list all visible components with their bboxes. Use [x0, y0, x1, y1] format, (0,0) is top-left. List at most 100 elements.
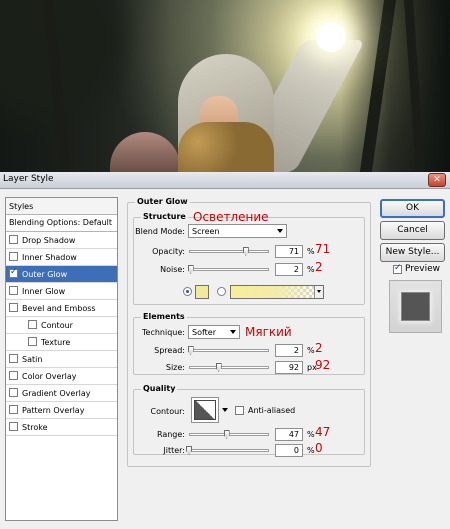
opacity-unit: %	[307, 247, 315, 256]
style-checkbox[interactable]	[9, 405, 18, 414]
size-track	[189, 366, 269, 369]
style-checkbox[interactable]	[9, 267, 18, 278]
chevron-down-icon	[230, 330, 236, 334]
annotation-blend: Осветление	[193, 210, 269, 224]
spread-slider[interactable]	[187, 346, 269, 355]
ok-button[interactable]: OK	[380, 199, 445, 218]
hair	[178, 122, 274, 172]
style-item-label: Stroke	[22, 423, 48, 432]
style-checkbox[interactable]	[28, 320, 37, 329]
structure-title: Structure	[141, 212, 188, 221]
style-item-label: Outer Glow	[22, 270, 68, 279]
size-slider[interactable]	[189, 363, 269, 372]
spread-label: Spread:	[154, 346, 185, 355]
style-item-inner-glow[interactable]: Inner Glow	[6, 283, 117, 300]
annotation-size: 92	[315, 358, 331, 372]
style-item-color-overlay[interactable]: Color Overlay	[6, 368, 117, 385]
style-item-contour[interactable]: Contour	[6, 317, 117, 334]
spread-thumb[interactable]	[187, 346, 194, 355]
style-item-label: Color Overlay	[22, 372, 77, 381]
jitter-track	[189, 449, 269, 452]
style-item-inner-shadow[interactable]: Inner Shadow	[6, 249, 117, 266]
annotation-technique: Мягкий	[245, 325, 292, 339]
style-item-bevel-and-emboss[interactable]: Bevel and Emboss	[6, 300, 117, 317]
style-checkbox[interactable]	[9, 286, 18, 295]
noise-thumb[interactable]	[187, 265, 194, 274]
color-radio[interactable]	[183, 287, 192, 296]
style-checkbox[interactable]	[9, 422, 18, 431]
opacity-slider[interactable]	[189, 247, 269, 256]
contour-curve-icon	[194, 400, 216, 420]
chevron-down-icon	[277, 229, 283, 233]
layer-style-dialog: Styles Blending Options: Default Drop Sh…	[0, 189, 450, 529]
anti-aliased-checkbox[interactable]	[235, 406, 244, 415]
annotation-opacity: 71	[315, 242, 331, 256]
annotation-noise: 2	[315, 260, 323, 274]
size-thumb[interactable]	[215, 363, 222, 372]
noise-slider[interactable]	[187, 265, 269, 274]
style-item-label: Drop Shadow	[22, 236, 76, 245]
style-item-stroke[interactable]: Stroke	[6, 419, 117, 436]
noise-input[interactable]: 2	[275, 263, 303, 276]
jitter-unit: %	[307, 446, 315, 455]
annotation-spread: 2	[315, 341, 323, 355]
styles-header[interactable]: Styles	[6, 198, 117, 215]
annotation-jitter: 0	[315, 441, 323, 455]
forest-right	[340, 0, 450, 172]
style-item-label: Inner Shadow	[22, 253, 77, 262]
opacity-thumb[interactable]	[242, 247, 249, 256]
blend-mode-select[interactable]: Screen	[188, 224, 287, 238]
opacity-input[interactable]: 71	[275, 245, 303, 258]
style-checkbox[interactable]	[9, 252, 18, 261]
range-input[interactable]: 47	[275, 428, 303, 441]
technique-value: Softer	[192, 328, 216, 337]
preview-thumbnail	[401, 292, 430, 321]
opacity-label: Opacity:	[152, 247, 185, 256]
gradient-radio[interactable]	[217, 287, 226, 296]
size-input[interactable]: 92	[275, 361, 303, 374]
technique-select[interactable]: Softer	[188, 325, 240, 339]
outer-glow-panel: Outer Glow Structure Blend Mode: Screen …	[127, 197, 371, 521]
style-item-texture[interactable]: Texture	[6, 334, 117, 351]
spread-input[interactable]: 2	[275, 344, 303, 357]
style-checkbox[interactable]	[9, 235, 18, 244]
style-item-pattern-overlay[interactable]: Pattern Overlay	[6, 402, 117, 419]
style-checkbox[interactable]	[9, 371, 18, 380]
style-checkbox[interactable]	[9, 354, 18, 363]
jitter-slider[interactable]	[186, 446, 269, 455]
style-checkbox[interactable]	[9, 303, 18, 312]
preview-checkbox[interactable]	[393, 263, 402, 274]
title-bar: Layer Style ✕	[0, 172, 450, 189]
opacity-track	[189, 250, 269, 253]
quality-title: Quality	[141, 384, 178, 393]
cancel-button[interactable]: Cancel	[380, 221, 445, 240]
jitter-input[interactable]: 0	[275, 444, 303, 457]
style-item-satin[interactable]: Satin	[6, 351, 117, 368]
close-button[interactable]: ✕	[428, 173, 446, 187]
chevron-down-icon[interactable]	[314, 286, 323, 298]
style-item-drop-shadow[interactable]: Drop Shadow	[6, 232, 117, 249]
contour-picker[interactable]	[191, 397, 219, 423]
new-style-button[interactable]: New Style...	[380, 243, 445, 262]
range-thumb[interactable]	[223, 430, 230, 439]
gradient-picker[interactable]	[230, 285, 324, 299]
blending-options[interactable]: Blending Options: Default	[6, 215, 117, 232]
range-unit: %	[307, 430, 315, 439]
jitter-label: Jitter:	[163, 446, 185, 455]
range-slider[interactable]	[189, 430, 269, 439]
style-checkbox[interactable]	[9, 388, 18, 397]
style-item-label: Pattern Overlay	[22, 406, 85, 415]
style-item-label: Satin	[22, 355, 43, 364]
chevron-down-icon[interactable]	[221, 397, 229, 423]
preview-label: Preview	[405, 264, 441, 274]
style-item-label: Inner Glow	[22, 287, 66, 296]
spread-unit: %	[307, 346, 315, 355]
style-item-label: Texture	[41, 338, 71, 347]
style-checkbox[interactable]	[28, 337, 37, 346]
style-item-outer-glow[interactable]: Outer Glow	[6, 266, 117, 283]
styles-list: Styles Blending Options: Default Drop Sh…	[5, 197, 118, 521]
style-item-gradient-overlay[interactable]: Gradient Overlay	[6, 385, 117, 402]
size-label: Size:	[165, 363, 185, 372]
glow-color-swatch[interactable]	[195, 285, 209, 299]
style-item-label: Gradient Overlay	[22, 389, 91, 398]
